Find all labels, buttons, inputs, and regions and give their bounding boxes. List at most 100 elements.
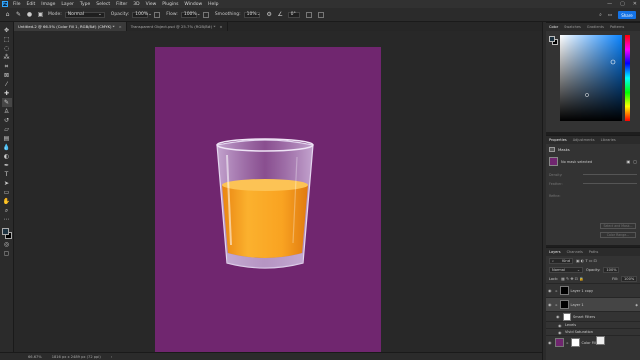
select-and-mask-button[interactable]: Select and Mask... [600, 223, 636, 229]
layer-row[interactable]: ◉ Vivid Saturation [546, 328, 640, 335]
quick-mask-icon[interactable]: ◎ [2, 240, 12, 249]
layer-mask-thumbnail[interactable] [570, 338, 580, 347]
type-tool-icon[interactable]: T [2, 170, 12, 179]
color-swatches[interactable] [1, 228, 13, 240]
angle-icon[interactable]: ∠ [277, 11, 284, 18]
layer-row[interactable]: ◉ ∞ Layer 1 copy [546, 283, 640, 345]
eye-icon[interactable]: ◉ [558, 323, 563, 328]
tab-patterns[interactable]: Patterns [610, 25, 624, 29]
lock-icons[interactable]: ▦ ✎ ✥ ⊡ 🔒 [561, 276, 584, 281]
tab-color[interactable]: Color [549, 25, 558, 29]
menu-plugins[interactable]: Plugins [162, 2, 178, 7]
close-icon[interactable]: × [119, 24, 122, 29]
zoom-level[interactable]: 66.67% [28, 355, 42, 359]
zoom-tool-icon[interactable]: ⌕ [2, 206, 12, 215]
symmetry-icon[interactable] [317, 11, 324, 18]
lasso-tool-icon[interactable]: ◌ [2, 44, 12, 53]
path-select-tool-icon[interactable]: ➤ [2, 179, 12, 188]
brush-preset-icon[interactable]: ● [26, 11, 33, 18]
marquee-tool-icon[interactable]: ⬚ [2, 35, 12, 44]
brush-tool-icon[interactable]: ✎ [1, 98, 12, 107]
clone-stamp-tool-icon[interactable]: ♙ [2, 107, 12, 116]
close-icon[interactable]: ✕ [633, 1, 637, 7]
screen-mode-icon[interactable]: ▢ [2, 249, 12, 258]
gradient-tool-icon[interactable]: ▤ [2, 134, 12, 143]
frame-tool-icon[interactable]: ⊠ [2, 71, 12, 80]
fill-field[interactable]: 100% [621, 275, 637, 282]
flow-field[interactable]: 100% ⌄ [180, 11, 200, 18]
brush-tool-icon[interactable]: ✎ [15, 11, 22, 18]
menu-select[interactable]: Select [96, 2, 110, 7]
workspace-icon[interactable]: ▭ [608, 13, 612, 18]
pressure-opacity-icon[interactable] [154, 11, 161, 18]
quick-select-tool-icon[interactable]: ⁂ [2, 53, 12, 62]
layer-mask-thumbnail[interactable] [559, 300, 569, 309]
vector-mask-icon[interactable]: ▢ [633, 159, 637, 164]
layer-opacity-field[interactable]: 100% [603, 266, 620, 273]
pen-tool-icon[interactable]: ✒ [2, 161, 12, 170]
menu-view[interactable]: View [146, 2, 157, 7]
tab-properties[interactable]: Properties [549, 138, 567, 142]
color-picker-field[interactable] [560, 35, 630, 121]
history-brush-tool-icon[interactable]: ↺ [2, 116, 12, 125]
canvas-area[interactable] [14, 31, 542, 357]
layer-mask-thumbnail[interactable] [559, 286, 569, 295]
menu-image[interactable]: Image [41, 2, 55, 7]
chevron-right-icon[interactable]: › [111, 355, 112, 359]
photoshop-logo[interactable]: Ps [2, 1, 8, 7]
tab-untitled-2[interactable]: Untitled-2 @ 66.5% (Color Fill 1, RGB/8#… [14, 22, 127, 31]
eye-icon[interactable]: ◉ [548, 340, 553, 345]
opacity-field[interactable]: 100% ⌄ [132, 11, 152, 18]
home-icon[interactable]: ⌂ [4, 11, 11, 18]
menu-edit[interactable]: Edit [27, 2, 36, 7]
smart-filter-mask-thumbnail[interactable] [563, 312, 571, 321]
tab-transparent-object[interactable]: Transparent Object.psd @ 25.7% (RGB/8#) … [127, 22, 228, 31]
pressure-size-icon[interactable] [305, 11, 312, 18]
menu-3d[interactable]: 3D [133, 2, 139, 7]
blend-mode-select[interactable]: Normal ⌄ [549, 266, 583, 273]
pixel-mask-icon[interactable]: ▣ [626, 159, 630, 164]
panel-color-swatches[interactable] [549, 36, 559, 46]
eye-icon[interactable]: ◉ [548, 288, 553, 293]
dodge-tool-icon[interactable]: ◐ [2, 152, 12, 161]
angle-field[interactable]: 0° [287, 11, 300, 18]
share-button[interactable]: Share [618, 11, 636, 19]
eraser-tool-icon[interactable]: ▱ [2, 125, 12, 134]
tab-paths[interactable]: Paths [589, 250, 599, 254]
close-icon[interactable]: × [219, 24, 222, 29]
menu-window[interactable]: Window [184, 2, 202, 7]
more-tools-icon[interactable]: ⋯ [2, 215, 12, 224]
tab-adjustments[interactable]: Adjustments [573, 138, 595, 142]
blur-tool-icon[interactable]: 💧 [2, 143, 12, 152]
layer-row[interactable]: ◉ Levels [546, 321, 640, 328]
foreground-color-swatch[interactable] [1, 228, 9, 235]
tab-channels[interactable]: Channels [567, 250, 583, 254]
eye-icon[interactable]: ◉ [548, 302, 553, 307]
move-tool-icon[interactable]: ✥ [2, 26, 12, 35]
layer-row[interactable]: ◉ Smart Filters [546, 311, 640, 321]
search-icon[interactable]: ⌕ [599, 12, 602, 18]
minimize-icon[interactable]: — [607, 1, 612, 7]
mask-thumbnail[interactable] [549, 157, 558, 166]
menu-help[interactable]: Help [208, 2, 218, 7]
density-slider[interactable] [583, 174, 637, 175]
menu-file[interactable]: File [13, 2, 21, 7]
brush-settings-icon[interactable]: ▣ [37, 11, 44, 18]
eye-icon[interactable]: ◉ [558, 330, 563, 335]
healing-brush-tool-icon[interactable]: ✚ [2, 89, 12, 98]
tab-libraries[interactable]: Libraries [601, 138, 616, 142]
layer-kind-filter[interactable]: ⌕ Kind [549, 257, 573, 264]
tab-swatches[interactable]: Swatches [564, 25, 581, 29]
hand-tool-icon[interactable]: ✋ [2, 197, 12, 206]
menu-type[interactable]: Type [80, 2, 90, 7]
foreground-color-swatch[interactable] [549, 36, 555, 42]
airbrush-icon[interactable] [202, 11, 209, 18]
document-canvas[interactable] [155, 47, 381, 357]
tab-layers[interactable]: Layers [549, 250, 561, 254]
crop-tool-icon[interactable]: ⌗ [2, 62, 12, 71]
eyedropper-tool-icon[interactable]: ⁄ [2, 80, 12, 89]
menu-layer[interactable]: Layer [61, 2, 74, 7]
shape-tool-icon[interactable]: ▭ [2, 188, 12, 197]
maximize-icon[interactable]: ▢ [620, 1, 625, 7]
smoothing-settings-icon[interactable]: ⚙ [266, 11, 273, 18]
